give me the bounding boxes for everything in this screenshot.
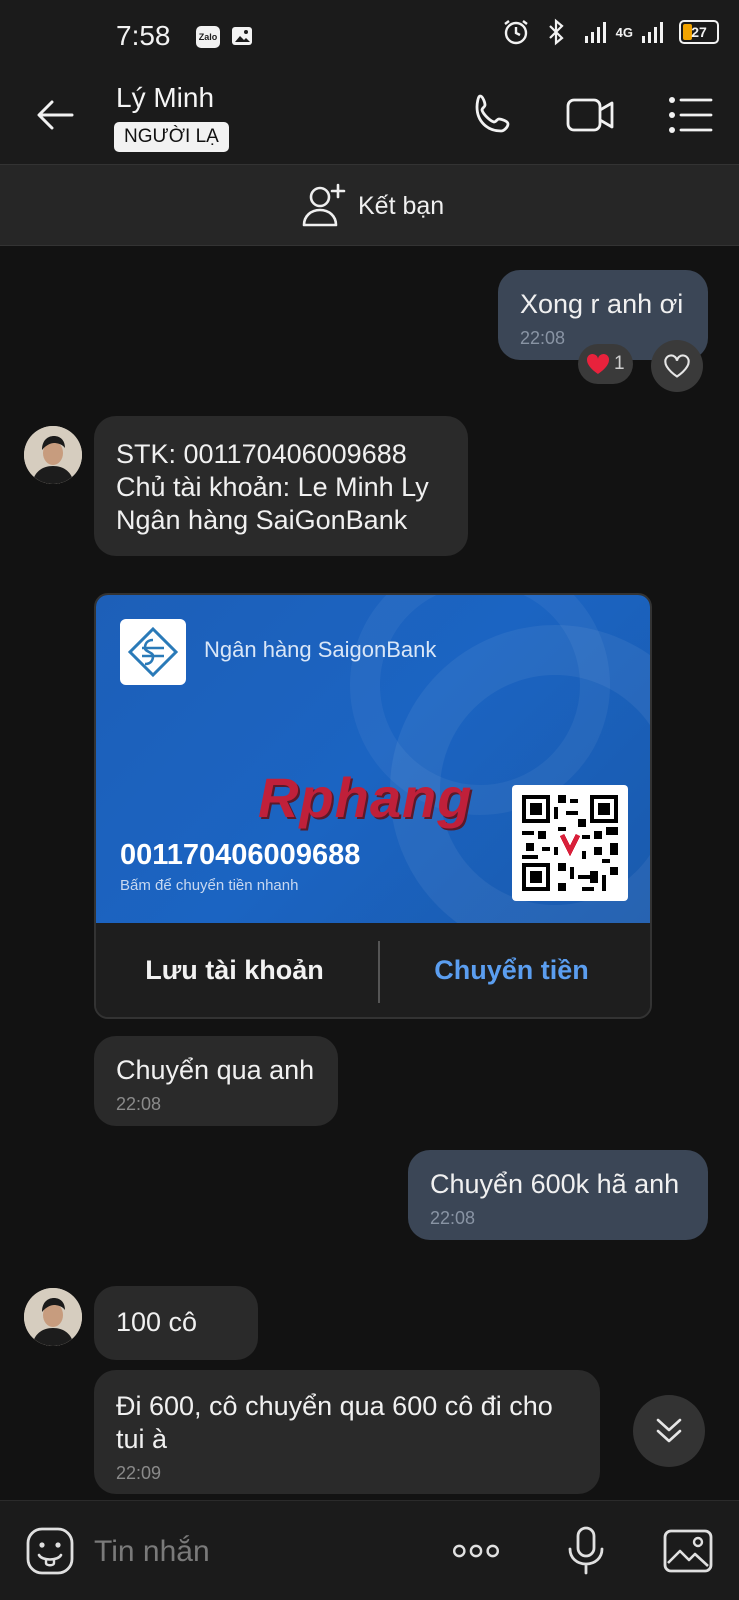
quick-transfer-hint: Bấm để chuyển tiền nhanh (120, 877, 299, 894)
avatar[interactable] (24, 426, 82, 484)
qr-code[interactable] (512, 785, 628, 901)
signal-icon-2 (642, 22, 663, 43)
message-line: tui à (116, 1424, 168, 1454)
menu-list-icon[interactable] (664, 88, 718, 142)
watermark-logo: Rphang (258, 765, 472, 830)
stranger-badge: NGƯỜI LẠ (114, 122, 229, 152)
saigonbank-logo-icon (127, 626, 179, 678)
message-line: Đi 600, cô chuyển qua 600 cô đi cho (116, 1391, 553, 1421)
voice-call-icon[interactable] (466, 88, 520, 142)
avatar[interactable] (24, 1288, 82, 1346)
contact-name[interactable]: Lý Minh (116, 82, 214, 114)
add-friend-bar[interactable]: Kết bạn (0, 164, 739, 246)
react-button[interactable] (651, 340, 703, 392)
bank-account-card[interactable]: Ngân hàng SaigonBank Rphang 001170406009… (94, 593, 652, 1019)
image-notification-icon (232, 27, 252, 45)
account-number: 001170406009688 (120, 839, 361, 871)
message-bubble-incoming[interactable]: Chuyển qua anh 22:08 (94, 1036, 338, 1126)
bank-logo (120, 619, 186, 685)
battery-level: 27 (691, 24, 707, 40)
message-time: 22:08 (430, 1208, 476, 1228)
sticker-emoji-icon[interactable] (24, 1525, 76, 1577)
qr-code-icon (518, 791, 622, 895)
bank-name: Ngân hàng SaigonBank (204, 637, 437, 662)
avatar-image (24, 426, 82, 484)
image-gallery-icon[interactable] (662, 1525, 714, 1577)
alarm-icon (503, 20, 528, 45)
network-type: 4G (615, 24, 633, 40)
bluetooth-icon (548, 18, 564, 46)
message-bubble-outgoing[interactable]: Chuyển 600k hã anh 22:08 (408, 1150, 708, 1240)
double-chevron-down-icon (656, 1418, 682, 1443)
message-text: Xong r anh ơi (520, 289, 684, 319)
message-bubble-incoming[interactable]: Đi 600, cô chuyển qua 600 cô đi cho tui … (94, 1370, 600, 1494)
zalo-notification-icon: Zalo (196, 26, 220, 48)
more-options-icon[interactable] (450, 1525, 502, 1577)
watermark-text: Rphang (258, 766, 473, 829)
bank-card-header[interactable]: Ngân hàng SaigonBank Rphang 001170406009… (96, 595, 650, 923)
heart-reaction-icon (586, 353, 610, 374)
microphone-icon[interactable] (560, 1525, 612, 1577)
battery-icon: 27 (679, 20, 719, 44)
signal-icon (584, 22, 606, 43)
status-time: 7:58 (116, 20, 171, 51)
add-friend-label: Kết bạn (358, 191, 445, 220)
save-account-button[interactable]: Lưu tài khoản (96, 923, 373, 1017)
chat-messages: Xong r anh ơi 22:08 1 STK: 0011704060096… (0, 246, 739, 1500)
status-bar: 7:58 Zalo 4G 27 (0, 0, 739, 66)
message-line: Chủ tài khoản: Le Minh Ly (116, 472, 429, 502)
back-arrow-icon[interactable] (30, 90, 80, 140)
reaction-chip[interactable]: 1 (578, 344, 633, 384)
scroll-to-bottom-button[interactable] (633, 1395, 705, 1467)
message-input[interactable] (94, 1529, 414, 1575)
message-bubble-incoming[interactable]: STK: 001170406009688 Chủ tài khoản: Le M… (94, 416, 468, 556)
message-time: 22:09 (116, 1463, 162, 1483)
message-time: 22:08 (116, 1094, 162, 1114)
add-friend-icon (302, 183, 346, 227)
message-text: 100 cô (116, 1307, 198, 1337)
message-text: Chuyển 600k hã anh (430, 1169, 680, 1199)
message-composer (0, 1500, 739, 1600)
heart-outline-icon (664, 354, 690, 378)
message-bubble-incoming[interactable]: 100 cô (94, 1286, 258, 1360)
avatar-image (24, 1288, 82, 1346)
transfer-money-button[interactable]: Chuyển tiền (373, 923, 650, 1017)
message-text: Chuyển qua anh (116, 1055, 315, 1085)
video-call-icon[interactable] (564, 88, 618, 142)
reaction-count: 1 (614, 353, 625, 374)
message-line: Ngân hàng SaiGonBank (116, 505, 408, 535)
status-icons: 4G 27 (502, 18, 719, 46)
message-line: STK: 001170406009688 (116, 439, 407, 469)
bank-card-actions: Lưu tài khoản Chuyển tiền (96, 923, 650, 1017)
chat-header: Lý Minh NGƯỜI LẠ (0, 66, 739, 164)
